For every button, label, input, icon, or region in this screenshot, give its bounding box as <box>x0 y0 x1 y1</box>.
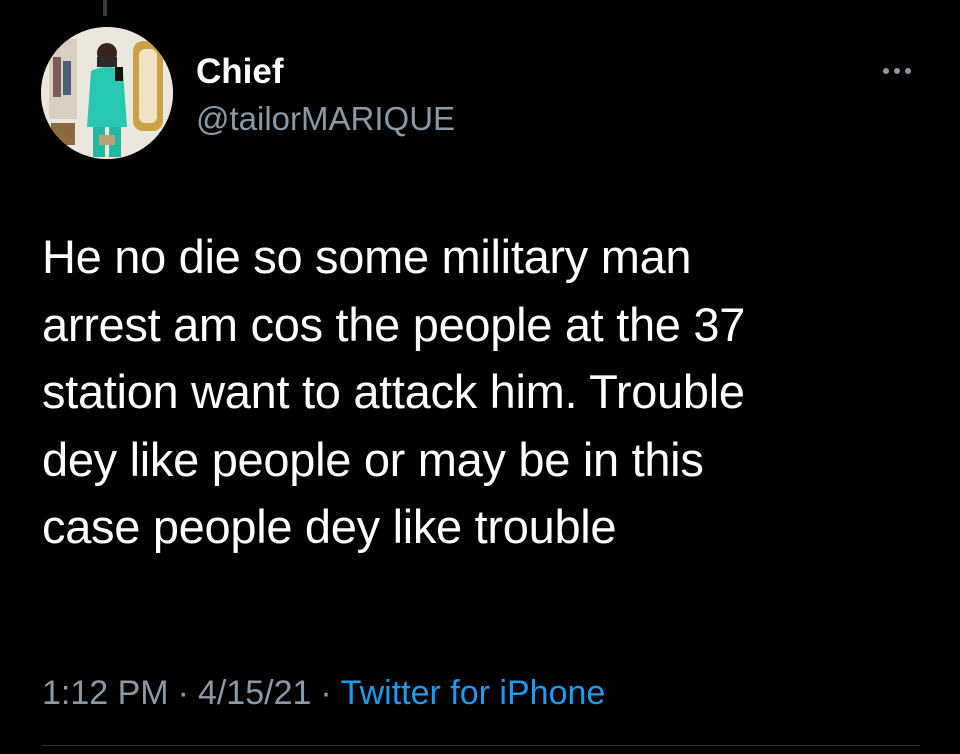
tweet-source-link[interactable]: Twitter for iPhone <box>341 674 606 712</box>
tweet-time[interactable]: 1:12 PM <box>42 674 169 712</box>
more-dot-icon <box>894 68 900 74</box>
tweet-date[interactable]: 4/15/21 <box>198 674 311 712</box>
profile-photo-icon <box>41 27 173 159</box>
more-dot-icon <box>905 68 911 74</box>
tweet-meta: 1:12 PM · 4/15/21 · Twitter for iPhone <box>42 671 605 715</box>
divider <box>42 745 920 746</box>
author-display-name[interactable]: Chief <box>196 52 284 92</box>
avatar[interactable] <box>41 27 173 159</box>
more-options-button[interactable] <box>873 60 921 82</box>
more-dot-icon <box>883 68 889 74</box>
thread-connector-line <box>103 0 107 16</box>
meta-separator: · <box>177 674 189 712</box>
author-handle[interactable]: @tailorMARIQUE <box>196 99 455 139</box>
tweet-text: He no die so some military man arrest am… <box>42 230 746 553</box>
meta-separator: · <box>320 674 332 712</box>
